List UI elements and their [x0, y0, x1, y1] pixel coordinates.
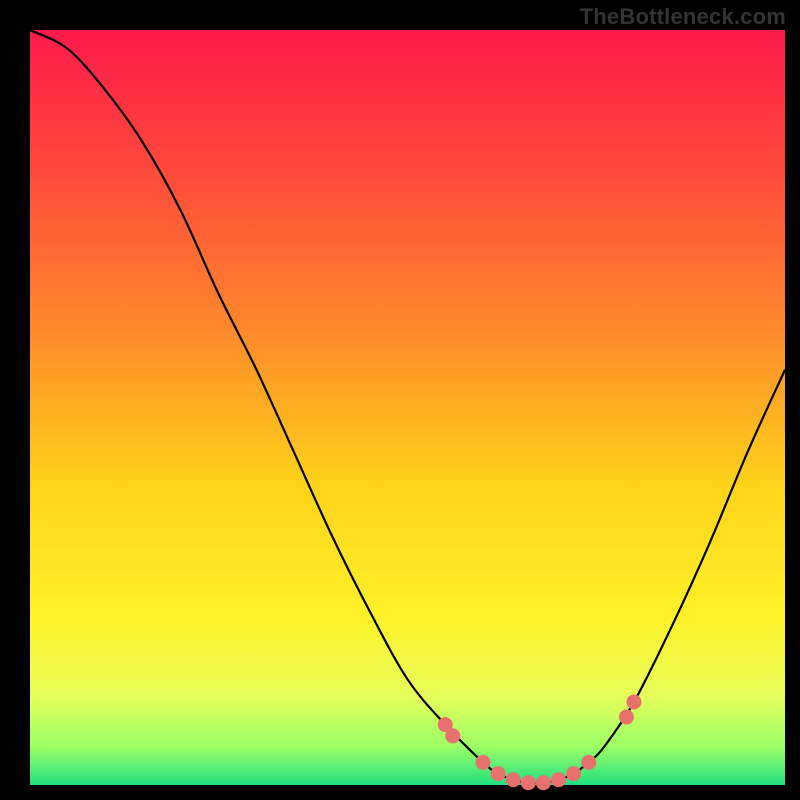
data-marker: [445, 728, 460, 743]
data-marker: [581, 755, 596, 770]
data-marker: [506, 772, 521, 787]
data-marker: [627, 694, 642, 709]
data-marker: [566, 766, 581, 781]
data-marker: [619, 710, 634, 725]
data-marker: [491, 766, 506, 781]
data-marker: [551, 772, 566, 787]
chart-frame: TheBottleneck.com: [0, 0, 800, 800]
bottleneck-chart: [0, 0, 800, 800]
data-marker: [536, 775, 551, 790]
data-marker: [476, 755, 491, 770]
watermark-label: TheBottleneck.com: [580, 4, 786, 30]
data-marker: [521, 775, 536, 790]
